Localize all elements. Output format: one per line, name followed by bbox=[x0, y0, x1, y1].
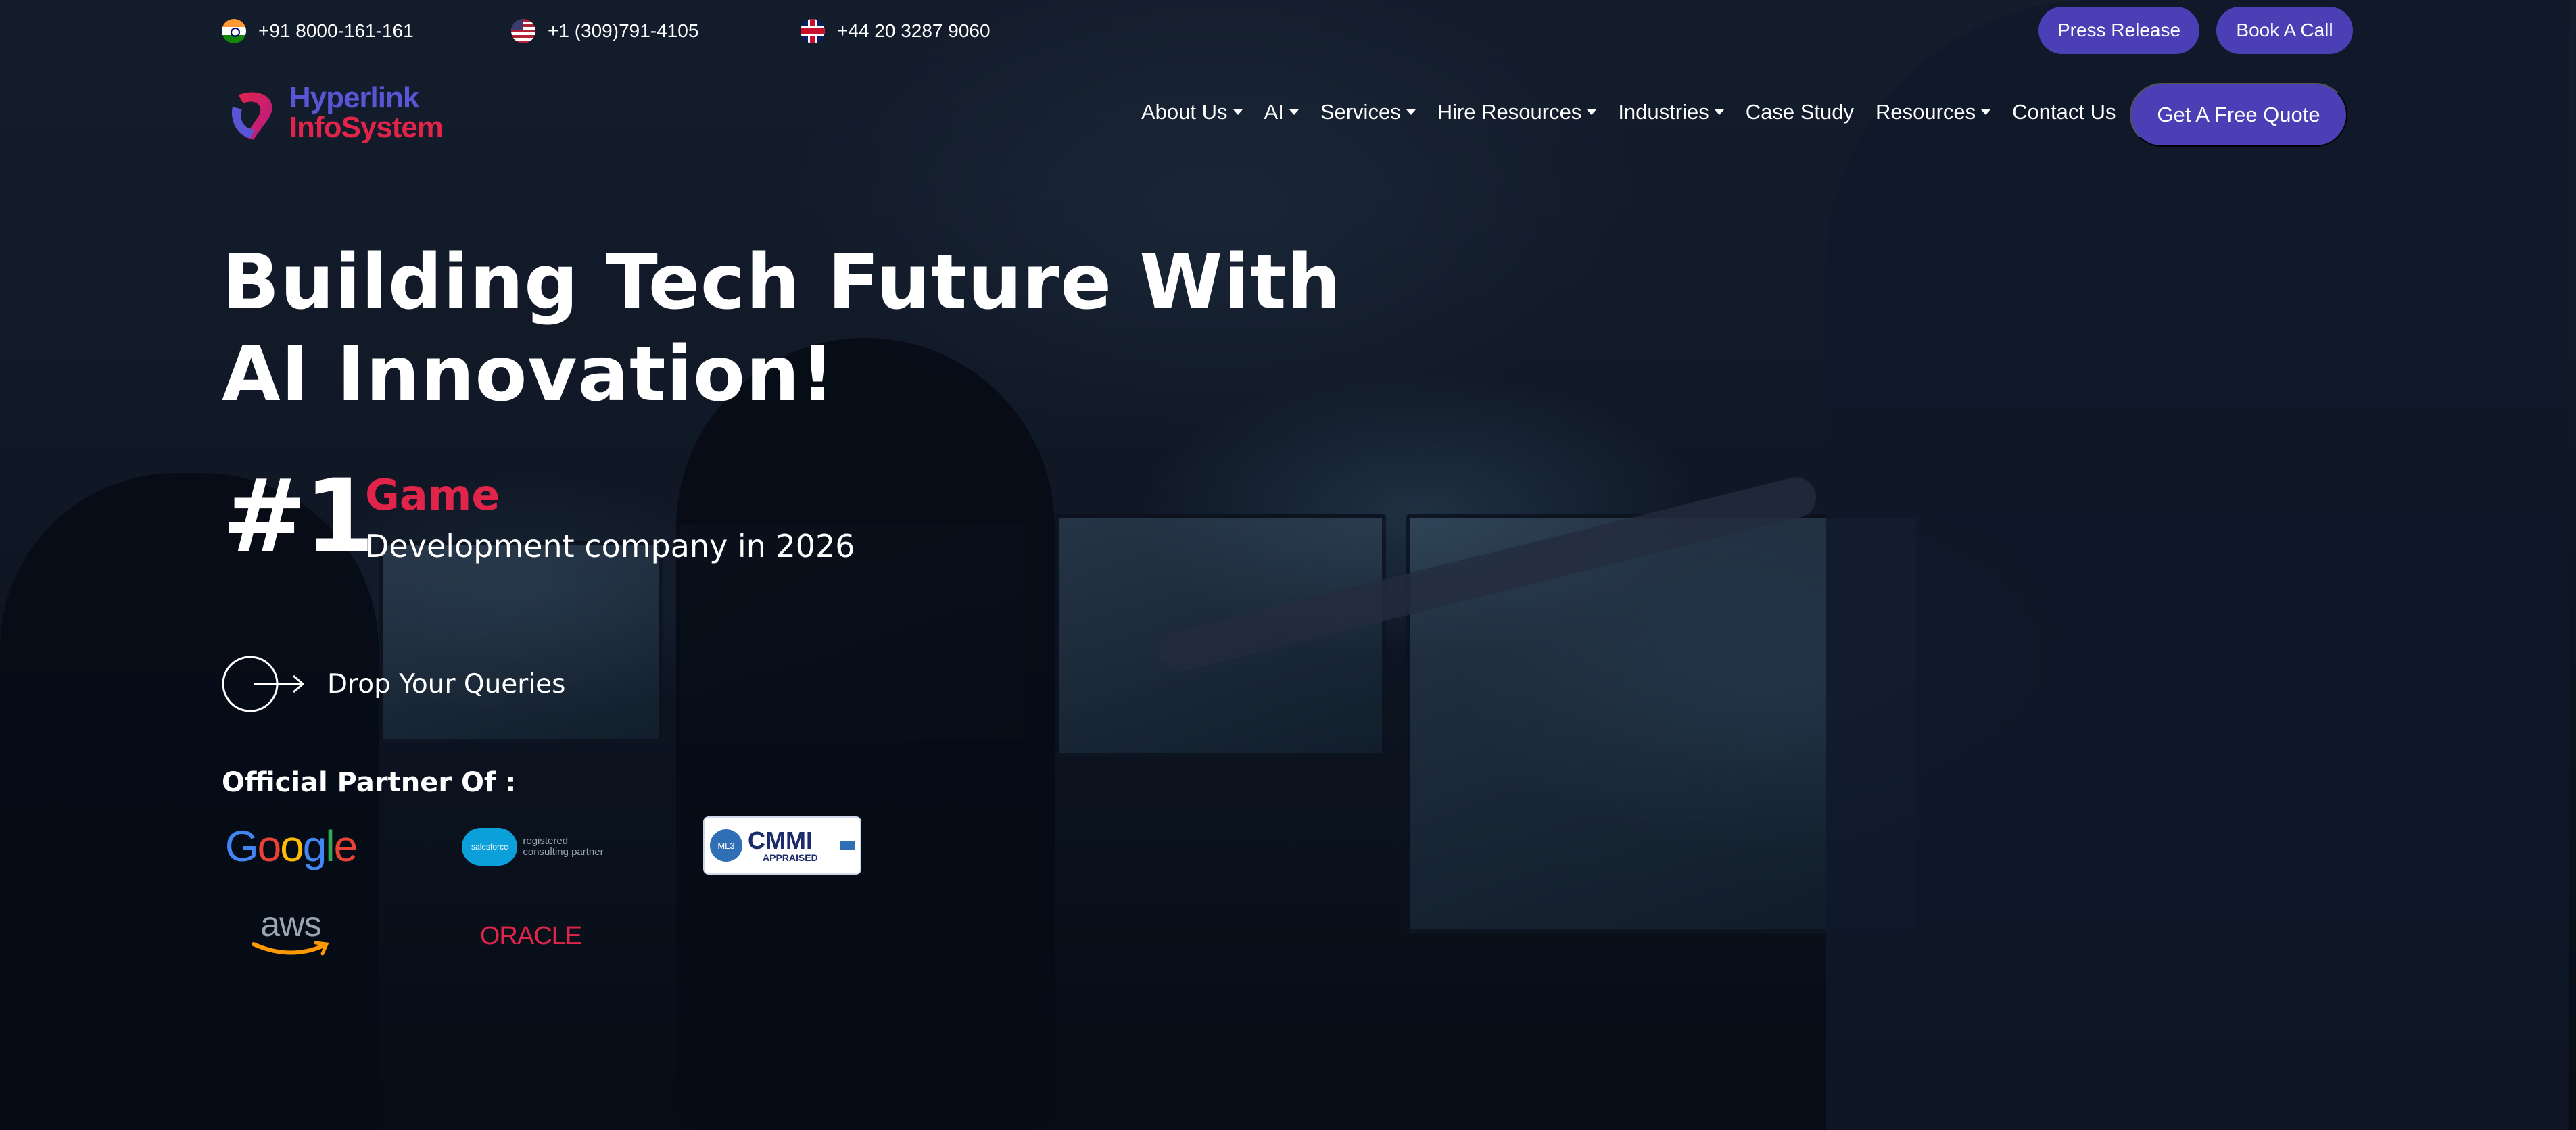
drop-queries-link[interactable]: Drop Your Queries bbox=[222, 656, 565, 712]
phone-number: +91 8000-161-161 bbox=[258, 20, 414, 41]
phone-uk-link[interactable]: +44 20 3287 9060 bbox=[801, 19, 991, 43]
get-free-quote-button[interactable]: Get A Free Quote bbox=[2130, 83, 2347, 147]
logo-line1: Hyperlink bbox=[289, 81, 420, 114]
caret-down-icon bbox=[1289, 109, 1299, 115]
cmmi-tag-icon bbox=[840, 841, 855, 850]
nav-item-label: About Us bbox=[1141, 100, 1228, 124]
salesforce-partner-logo: salesforce registered consulting partner bbox=[462, 823, 604, 870]
aws-partner-logo: aws bbox=[247, 906, 335, 962]
salesforce-line1: registered bbox=[523, 835, 569, 847]
cmmi-title: CMMI bbox=[748, 827, 813, 854]
caret-down-icon bbox=[1714, 109, 1724, 115]
nav-item-label: Contact Us bbox=[2012, 100, 2116, 124]
main-nav: About Us AI Services Hire Resources Indu… bbox=[1141, 100, 2138, 124]
hero-headline: Building Tech Future With AI Innovation! bbox=[222, 237, 1371, 420]
hero-headline-line1: Building Tech Future With bbox=[222, 239, 1342, 326]
google-letter: o bbox=[257, 822, 282, 870]
logo-line2: InfoSystem bbox=[289, 111, 444, 144]
book-call-button[interactable]: Book A Call bbox=[2216, 7, 2353, 54]
aws-smile-icon bbox=[252, 941, 329, 956]
nav-item-industries[interactable]: Industries bbox=[1618, 100, 1724, 124]
nav-item-case-study[interactable]: Case Study bbox=[1746, 100, 1854, 124]
caret-down-icon bbox=[1406, 109, 1416, 115]
caret-down-icon bbox=[1233, 109, 1243, 115]
phone-india-link[interactable]: +91 8000-161-161 bbox=[222, 19, 414, 43]
phone-usa-link[interactable]: +1 (309)791-4105 bbox=[511, 19, 698, 43]
google-letter: g bbox=[302, 822, 327, 870]
google-partner-logo: Google bbox=[224, 819, 358, 873]
cmmi-text: CMMI APPRAISED bbox=[748, 827, 818, 863]
partner-title: Official Partner Of : bbox=[222, 767, 517, 798]
nav-item-contact-us[interactable]: Contact Us bbox=[2012, 100, 2116, 124]
google-letter: G bbox=[224, 822, 259, 870]
press-release-button[interactable]: Press Release bbox=[2038, 7, 2199, 54]
rank-number: #1 bbox=[222, 458, 375, 576]
nav-item-resources[interactable]: Resources bbox=[1875, 100, 1991, 124]
salesforce-text: registered consulting partner bbox=[523, 836, 603, 858]
caret-down-icon bbox=[1981, 109, 1991, 115]
aws-text: aws bbox=[260, 905, 321, 944]
google-letter: o bbox=[280, 822, 304, 870]
phone-number: +44 20 3287 9060 bbox=[837, 20, 991, 41]
top-bar: +91 8000-161-161 +1 (309)791-4105 +44 20… bbox=[0, 0, 2576, 64]
cmmi-partner-logo: ML3 CMMI APPRAISED bbox=[703, 816, 861, 875]
nav-item-label: Resources bbox=[1875, 100, 1976, 124]
logo-mark-icon bbox=[231, 92, 272, 140]
nav-item-label: AI bbox=[1264, 100, 1284, 124]
oracle-partner-logo: ORACLE bbox=[479, 921, 582, 950]
cmmi-level-badge: ML3 bbox=[710, 829, 742, 862]
salesforce-line2: consulting partner bbox=[523, 846, 604, 858]
caret-down-icon bbox=[1587, 109, 1597, 115]
uk-flag-icon bbox=[801, 19, 825, 43]
india-flag-icon bbox=[222, 19, 246, 43]
cmmi-sub: APPRAISED bbox=[763, 852, 818, 863]
salesforce-cloud-icon: salesforce bbox=[462, 828, 518, 866]
nav-item-label: Hire Resources bbox=[1437, 100, 1582, 124]
rank-service: Game bbox=[365, 470, 500, 520]
drop-queries-label: Drop Your Queries bbox=[327, 668, 566, 699]
nav-item-about-us[interactable]: About Us bbox=[1141, 100, 1243, 124]
rank-subtitle: Development company in 2026 bbox=[365, 528, 855, 564]
nav-item-hire-resources[interactable]: Hire Resources bbox=[1437, 100, 1597, 124]
logo-text: Hyperlink InfoSystem bbox=[289, 81, 444, 144]
nav-item-label: Case Study bbox=[1745, 100, 1854, 124]
nav-item-ai[interactable]: AI bbox=[1264, 100, 1299, 124]
hero-headline-line2: AI Innovation! bbox=[222, 330, 836, 418]
brand-logo[interactable]: Hyperlink InfoSystem bbox=[226, 77, 444, 149]
nav-item-services[interactable]: Services bbox=[1320, 100, 1416, 124]
google-letter: l bbox=[325, 822, 335, 870]
google-letter: e bbox=[333, 822, 358, 870]
nav-item-label: Industries bbox=[1618, 100, 1709, 124]
arrow-circle-icon bbox=[222, 656, 307, 712]
nav-item-label: Services bbox=[1320, 100, 1401, 124]
phone-number: +1 (309)791-4105 bbox=[548, 20, 699, 41]
usa-flag-icon bbox=[511, 19, 535, 43]
